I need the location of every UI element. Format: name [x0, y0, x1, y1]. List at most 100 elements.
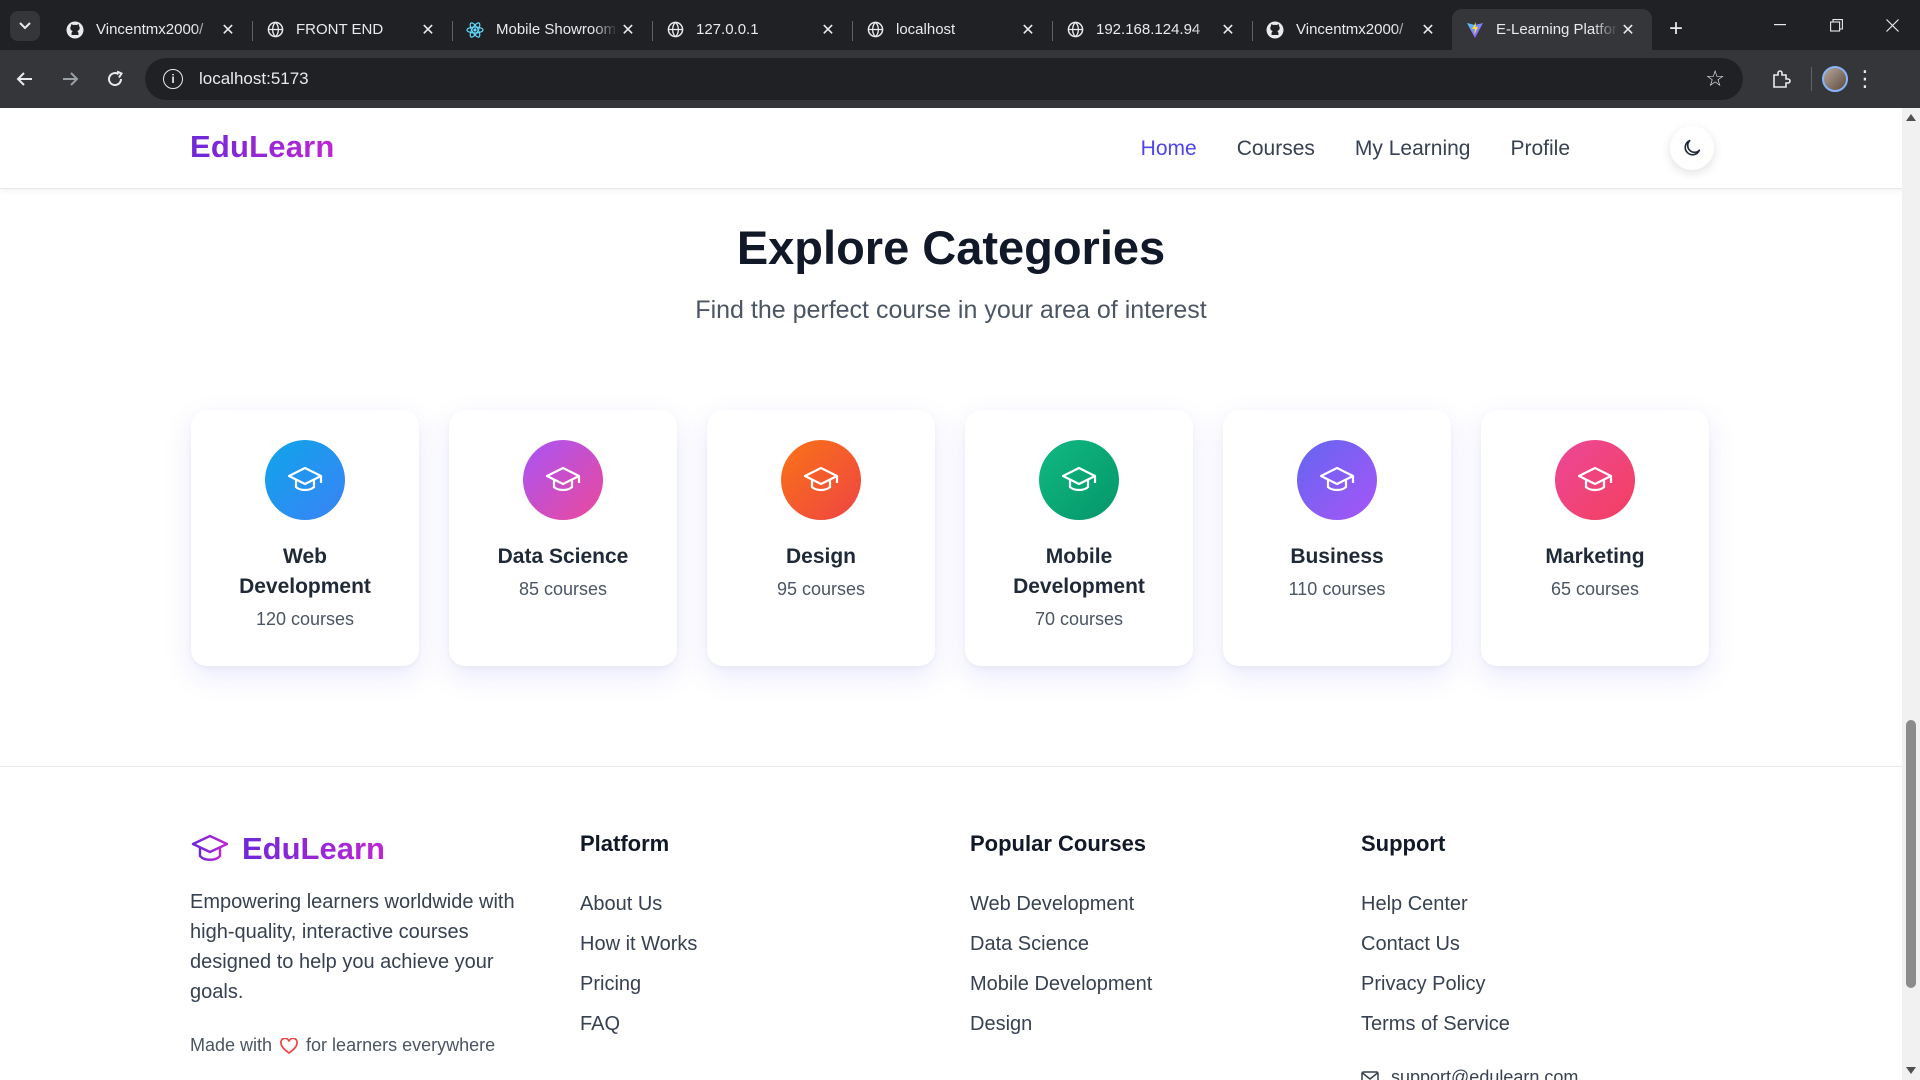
made-with-suffix: for learners everywhere: [306, 1035, 496, 1055]
footer-description: Empowering learners worldwide with high-…: [190, 891, 515, 1003]
new-tab-button[interactable]: +: [1658, 11, 1694, 47]
footer-link-mobile-development[interactable]: Mobile Development: [970, 969, 1152, 1009]
category-card-business[interactable]: Business 110 courses: [1223, 410, 1451, 666]
nav-home[interactable]: Home: [1141, 137, 1197, 161]
globe-icon: [866, 21, 884, 39]
globe-icon: [666, 21, 684, 39]
browser-tab[interactable]: Vincentmx2000/ ✕: [52, 9, 252, 50]
page-scrollbar[interactable]: [1902, 108, 1920, 1080]
close-tab-icon[interactable]: ✕: [218, 20, 238, 40]
browser-menu-icon[interactable]: ⋮: [1848, 66, 1882, 92]
category-name: Web Development: [239, 545, 371, 598]
category-card-data-science[interactable]: Data Science 85 courses: [449, 410, 677, 666]
browser-tab-active[interactable]: E-Learning Platform ✕: [1452, 9, 1652, 50]
category-name: Data Science: [497, 545, 629, 568]
site-info-icon[interactable]: i: [163, 69, 183, 89]
footer-brand-name: EduLearn: [242, 831, 385, 866]
footer-link-help-center[interactable]: Help Center: [1361, 889, 1510, 929]
footer-heading: Support: [1361, 831, 1446, 856]
react-icon: [466, 21, 484, 39]
tab-title: FRONT END: [296, 21, 384, 38]
address-bar[interactable]: i localhost:5173 ☆: [145, 58, 1743, 100]
tab-title: localhost: [896, 21, 956, 38]
tab-search-button[interactable]: [10, 11, 40, 41]
arrow-left-icon: [16, 72, 32, 86]
footer-link-web-development[interactable]: Web Development: [970, 889, 1152, 929]
bookmark-star-icon[interactable]: ☆: [1705, 66, 1725, 92]
arrow-right-icon: [63, 72, 79, 86]
nav-courses[interactable]: Courses: [1237, 137, 1315, 161]
tab-title: E-Learning Platform: [1496, 21, 1618, 38]
footer-email[interactable]: support@edulearn.com: [1361, 1067, 1578, 1080]
footer-link-privacy-policy[interactable]: Privacy Policy: [1361, 969, 1510, 1009]
footer-link-design[interactable]: Design: [970, 1009, 1152, 1049]
close-tab-icon[interactable]: ✕: [618, 20, 638, 40]
footer-email-text: support@edulearn.com: [1391, 1067, 1579, 1080]
footer-link-how-it-works[interactable]: How it Works: [580, 929, 697, 969]
tab-title: 127.0.0.1: [696, 21, 759, 38]
minimize-icon[interactable]: [1752, 0, 1808, 50]
browser-tab[interactable]: 127.0.0.1 ✕: [652, 9, 852, 50]
graduation-cap-icon: [1577, 466, 1613, 492]
footer-link-pricing[interactable]: Pricing: [580, 969, 697, 1009]
close-tab-icon[interactable]: ✕: [1418, 20, 1438, 40]
footer-link-data-science[interactable]: Data Science: [970, 929, 1152, 969]
footer-link-about-us[interactable]: About Us: [580, 889, 697, 929]
graduation-cap-icon: [1061, 466, 1097, 492]
category-icon-badge: [1297, 440, 1377, 520]
reload-icon: [108, 70, 123, 87]
back-button[interactable]: [5, 59, 45, 99]
globe-icon: [266, 21, 284, 39]
vite-icon: [1466, 21, 1484, 39]
category-card-design[interactable]: Design 95 courses: [707, 410, 935, 666]
category-icon-badge: [781, 440, 861, 520]
category-icon-badge: [523, 440, 603, 520]
browser-tabstrip: Vincentmx2000/ ✕ FRONT END ✕ Mobile Show…: [0, 0, 1920, 50]
category-count: 70 courses: [1034, 609, 1124, 629]
scroll-down-arrow-icon[interactable]: [1906, 1067, 1916, 1074]
category-card-web-development[interactable]: Web Development 120 courses: [191, 410, 419, 666]
tab-title: Vincentmx2000/: [96, 21, 204, 38]
tab-title: Mobile Showroom: [496, 21, 617, 38]
nav-my-learning[interactable]: My Learning: [1355, 137, 1471, 161]
nav-profile[interactable]: Profile: [1510, 137, 1570, 161]
scroll-up-arrow-icon[interactable]: [1906, 114, 1916, 121]
browser-tab[interactable]: FRONT END ✕: [252, 9, 452, 50]
category-count: 85 courses: [518, 579, 608, 599]
category-card-mobile-development[interactable]: Mobile Development 70 courses: [965, 410, 1193, 666]
close-tab-icon[interactable]: ✕: [818, 20, 838, 40]
github-icon: [66, 21, 84, 39]
footer-heading: Platform: [580, 831, 670, 856]
close-tab-icon[interactable]: ✕: [418, 20, 438, 40]
close-window-icon[interactable]: [1864, 0, 1920, 50]
url-text[interactable]: localhost:5173: [199, 69, 1705, 89]
footer-column-popular-courses: Popular Courses Web Development Data Sci…: [970, 829, 1152, 1049]
category-icon-badge: [1555, 440, 1635, 520]
footer-link-contact-us[interactable]: Contact Us: [1361, 929, 1510, 969]
footer-made-with: Made with for learners everywhere: [190, 1035, 495, 1056]
site-logo[interactable]: EduLearn: [190, 129, 335, 165]
profile-avatar[interactable]: [1822, 66, 1848, 92]
category-count: 65 courses: [1550, 579, 1640, 599]
site-footer: EduLearn Empowering learners worldwide w…: [0, 766, 1902, 1080]
browser-tab[interactable]: localhost ✕: [852, 9, 1052, 50]
footer-link-terms-of-service[interactable]: Terms of Service: [1361, 1009, 1510, 1049]
restore-icon[interactable]: [1808, 0, 1864, 50]
browser-tab[interactable]: Mobile Showroom ✕: [452, 9, 652, 50]
browser-tab[interactable]: 192.168.124.94 ✕: [1052, 9, 1252, 50]
category-name: Marketing: [1545, 545, 1645, 568]
footer-brand[interactable]: EduLearn: [190, 829, 385, 869]
reload-button[interactable]: [95, 59, 135, 99]
theme-toggle-button[interactable]: [1670, 126, 1714, 170]
puzzle-icon: [1773, 70, 1791, 88]
browser-tab[interactable]: Vincentmx2000/ ✕: [1252, 9, 1452, 50]
extensions-button[interactable]: [1761, 59, 1801, 99]
footer-link-faq[interactable]: FAQ: [580, 1009, 697, 1049]
forward-button[interactable]: [50, 59, 90, 99]
categories-title: Explore Categories: [736, 221, 1166, 274]
close-tab-icon[interactable]: ✕: [1018, 20, 1038, 40]
category-card-marketing[interactable]: Marketing 65 courses: [1481, 410, 1709, 666]
scrollbar-thumb[interactable]: [1906, 720, 1916, 988]
close-tab-icon[interactable]: ✕: [1618, 20, 1638, 40]
close-tab-icon[interactable]: ✕: [1218, 20, 1238, 40]
